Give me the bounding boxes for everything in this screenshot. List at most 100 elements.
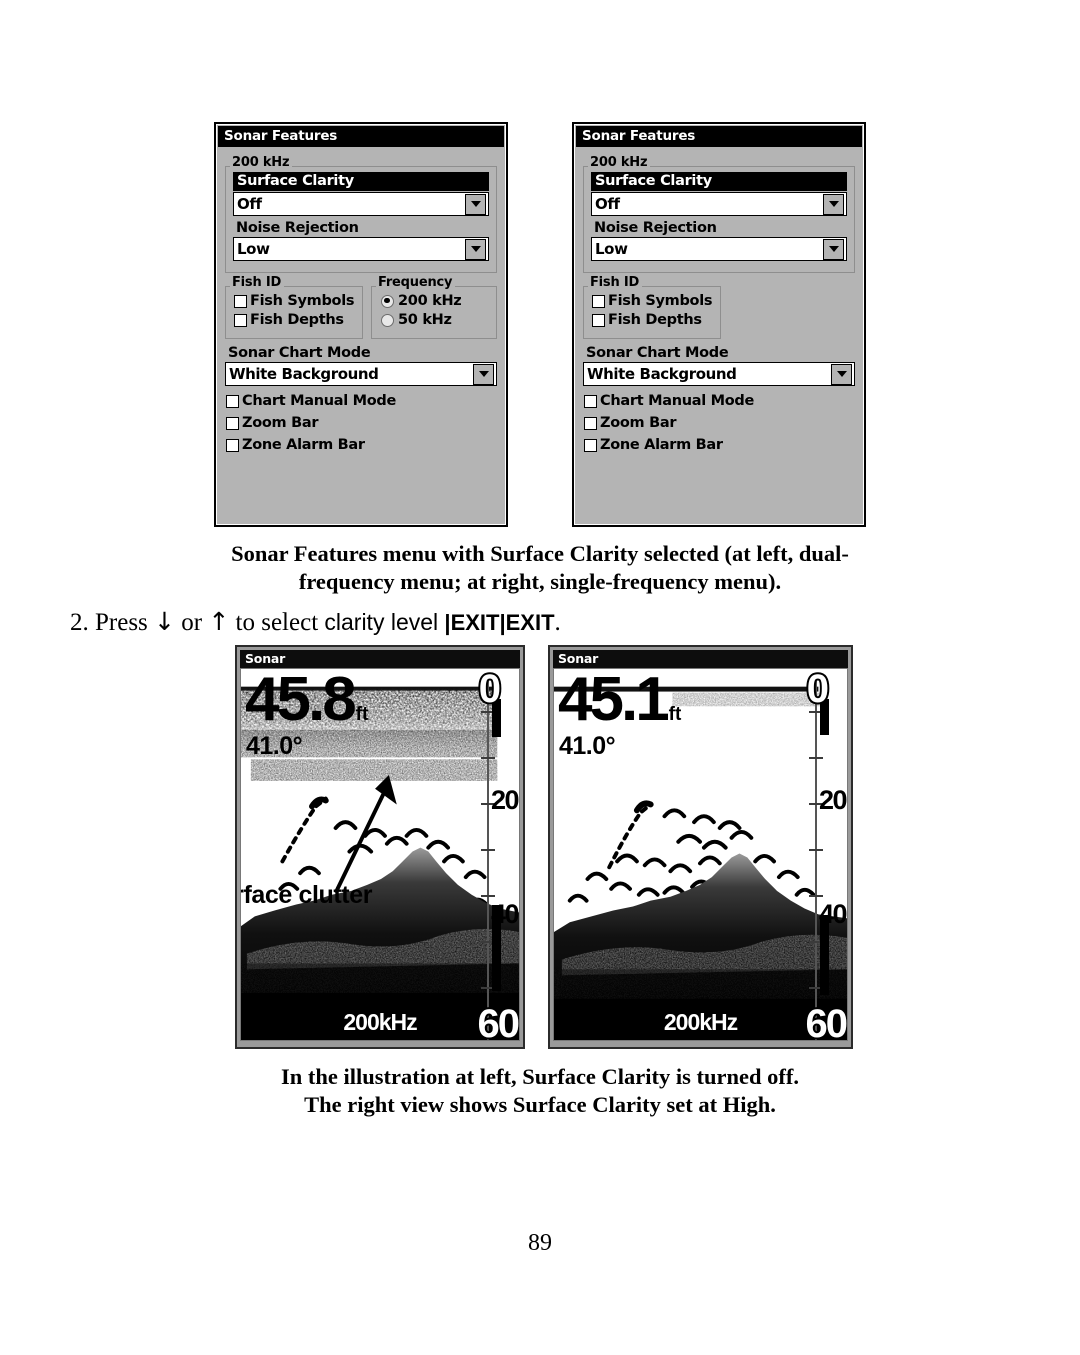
surface-clarity-value: Off <box>237 194 262 213</box>
step-number: 2. <box>70 609 89 636</box>
group-rule <box>274 166 497 167</box>
radio-50khz[interactable]: 50 kHz <box>381 312 489 328</box>
checkbox-label: Zoom Bar <box>600 415 677 431</box>
checkbox-fish-depths[interactable]: Fish Depths <box>234 312 355 328</box>
chevron-down-icon[interactable] <box>473 363 494 385</box>
step-instruction: 2. Press ↓ or ↑ to select clarity level … <box>70 607 1010 638</box>
checkbox-zoom-bar[interactable]: Zoom Bar <box>226 415 497 431</box>
checkbox-fish-depths[interactable]: Fish Depths <box>592 312 713 328</box>
chevron-down-icon[interactable] <box>823 193 844 215</box>
scale-label-0: 0 <box>805 668 831 711</box>
sonar-view-clarity-off: Sonar 45.8 ft 41.0° 0 20 40 60 200kHz fa… <box>235 645 525 1049</box>
scale-tick <box>809 895 823 897</box>
chevron-down-icon[interactable] <box>465 193 486 215</box>
scale-label-20: 20 <box>818 785 847 815</box>
sonar-title: Sonar <box>240 650 520 668</box>
group-fish-id: Fish ID Fish Symbols Fish Depths <box>583 275 721 339</box>
empty-slot <box>729 286 855 339</box>
sonar-features-menu-dual-frequency: Sonar Features 200 kHz Surface Clarity O… <box>214 122 508 527</box>
checkbox-icon[interactable] <box>234 313 247 327</box>
caption-line-1: In the illustration at left, Surface Cla… <box>280 1064 800 1089</box>
group-fish-id-legend: Fish ID <box>588 275 643 290</box>
radio-selected-icon[interactable] <box>381 294 394 308</box>
sonar-chart-mode-label: Sonar Chart Mode <box>228 345 371 361</box>
step-text-clarity-level: clarity level <box>324 609 439 635</box>
checkbox-icon[interactable] <box>584 438 597 452</box>
sonar-chart-mode-label: Sonar Chart Mode <box>586 345 729 361</box>
caption-line-2: frequency menu; at right, single-frequen… <box>298 569 782 594</box>
noise-rejection-value: Low <box>237 239 270 258</box>
checkbox-label: Zone Alarm Bar <box>242 437 365 453</box>
menu-body: 200 kHz Surface Clarity Off Noise Reject… <box>574 147 864 460</box>
group-frequency: Frequency 200 kHz 50 kHz <box>371 275 497 339</box>
checkbox-zone-alarm-bar[interactable]: Zone Alarm Bar <box>584 437 855 453</box>
checkbox-zoom-bar[interactable]: Zoom Bar <box>584 415 855 431</box>
checkbox-zone-alarm-bar[interactable]: Zone Alarm Bar <box>226 437 497 453</box>
checkbox-label: Fish Depths <box>250 312 344 328</box>
arrow-up-icon: ↑ <box>208 607 230 636</box>
depth-value: 45.1 <box>558 668 670 734</box>
surface-clarity-select[interactable]: Off <box>233 192 489 216</box>
group-fish-id-legend: Fish ID <box>230 275 285 290</box>
checkbox-chart-manual-mode[interactable]: Chart Manual Mode <box>584 393 855 409</box>
fishid-frequency-row: Fish ID Fish Symbols Fish Depths Frequen… <box>225 275 497 339</box>
sonar-features-menu-single-frequency: Sonar Features 200 kHz Surface Clarity O… <box>572 122 866 527</box>
radio-icon[interactable] <box>381 313 394 327</box>
checkbox-icon[interactable] <box>234 294 247 308</box>
menu-title: Sonar Features <box>218 126 504 147</box>
checkbox-icon[interactable] <box>592 313 605 327</box>
depth-unit: ft <box>668 704 682 725</box>
caption-line-1: Sonar Features menu with Surface Clarity… <box>231 541 849 566</box>
checkbox-icon[interactable] <box>226 416 239 430</box>
noise-rejection-select[interactable]: Low <box>233 237 489 261</box>
checkbox-icon[interactable] <box>226 394 239 408</box>
sonar-chart-mode-select[interactable]: White Background <box>583 362 855 386</box>
sonar-screenshots: Sonar 45.8 ft 41.0° 0 20 40 60 200kHz fa… <box>0 645 1080 1055</box>
scale-label-60: 60 <box>804 1002 847 1041</box>
chevron-down-icon[interactable] <box>465 238 486 260</box>
annotation-arrow-icon <box>333 775 397 894</box>
noise-rejection-label: Noise Rejection <box>236 220 359 236</box>
step-text-press: Press <box>95 609 148 636</box>
checkbox-fish-symbols[interactable]: Fish Symbols <box>592 293 713 309</box>
chevron-down-icon[interactable] <box>831 363 852 385</box>
key-exit-1: EXIT <box>450 610 500 635</box>
noise-rejection-select[interactable]: Low <box>591 237 847 261</box>
radio-200khz[interactable]: 200 kHz <box>381 293 489 309</box>
depth-scale-axis <box>815 677 817 1040</box>
step-text-toselect: to select <box>235 609 319 636</box>
scale-tick <box>809 849 823 851</box>
checkbox-icon[interactable] <box>592 294 605 308</box>
page-number: 89 <box>528 1230 552 1256</box>
sonar-screen: 45.8ft 41.0° 0 20 40 60 200kHz Surface c… <box>240 668 520 1041</box>
group-rule <box>632 166 855 167</box>
temperature-readout: 41.0° <box>559 732 616 760</box>
group-200khz-legend: 200 kHz <box>230 155 293 170</box>
checkbox-fish-symbols[interactable]: Fish Symbols <box>234 293 355 309</box>
checkbox-label: Zone Alarm Bar <box>600 437 723 453</box>
depth-readout: 45.1 ft <box>558 669 682 731</box>
noise-rejection-label: Noise Rejection <box>594 220 717 236</box>
step-text-or: or <box>181 609 203 636</box>
checkbox-chart-manual-mode[interactable]: Chart Manual Mode <box>226 393 497 409</box>
noise-rejection-value: Low <box>595 239 628 258</box>
caption-line-2: The right view shows Surface Clarity set… <box>304 1092 776 1117</box>
scale-label-40: 40 <box>818 899 847 929</box>
sonar-features-menus: Sonar Features 200 kHz Surface Clarity O… <box>0 122 1080 532</box>
group-fish-id: Fish ID Fish Symbols Fish Depths <box>225 275 363 339</box>
annotation-surface-clutter: Surface clutter <box>241 881 373 909</box>
radio-label: 200 kHz <box>398 293 462 309</box>
menu-title: Sonar Features <box>576 126 862 147</box>
group-200khz-legend: 200 kHz <box>588 155 651 170</box>
chevron-down-icon[interactable] <box>823 238 844 260</box>
checkbox-icon[interactable] <box>584 394 597 408</box>
sonar-chart-mode-value: White Background <box>229 364 379 383</box>
checkbox-icon[interactable] <box>584 416 597 430</box>
checkbox-icon[interactable] <box>226 438 239 452</box>
frequency-readout: 200kHz <box>662 1008 739 1037</box>
surface-clarity-select[interactable]: Off <box>591 192 847 216</box>
group-200khz: 200 kHz Surface Clarity Off Noise Reject… <box>225 155 497 273</box>
sonar-chart-mode-select[interactable]: White Background <box>225 362 497 386</box>
radio-label: 50 kHz <box>398 312 452 328</box>
fishid-row: Fish ID Fish Symbols Fish Depths <box>583 275 855 339</box>
